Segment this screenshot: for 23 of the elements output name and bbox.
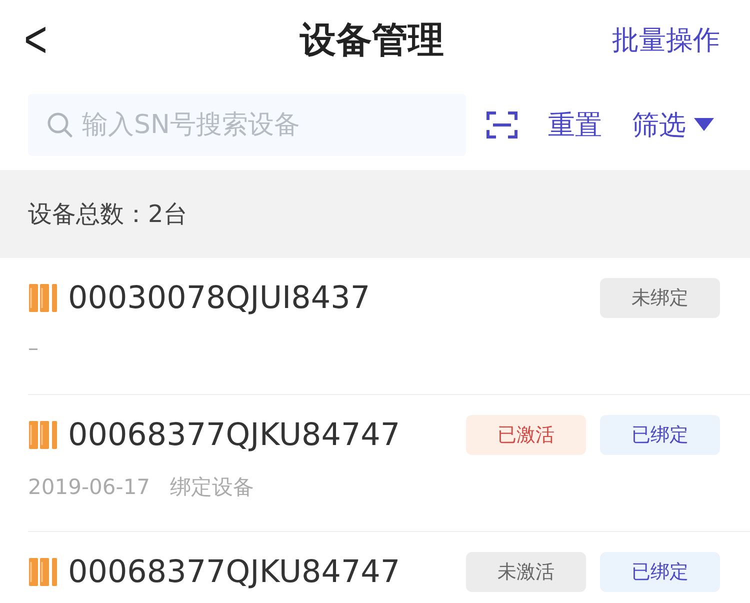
device-serial: 00068377QJKU84747	[68, 417, 400, 453]
status-tag: 已绑定	[600, 552, 720, 592]
device-icon	[28, 283, 60, 313]
device-detail: –	[28, 336, 40, 360]
device-serial: 00030078QJUI8437	[68, 280, 370, 316]
status-tag: 已绑定	[600, 415, 720, 455]
batch-action-button[interactable]: 批量操作	[612, 22, 720, 58]
status-tag: 未激活	[466, 552, 586, 592]
device-count: 设备总数：2台	[28, 199, 188, 230]
device-icon	[28, 420, 60, 450]
device-icon	[28, 557, 60, 587]
filter-button[interactable]: 筛选	[632, 107, 714, 143]
page-title: 设备管理	[300, 18, 444, 62]
scan-icon[interactable]	[486, 110, 518, 140]
device-detail: 2019-06-17 绑定设备	[28, 474, 256, 501]
device-serial: 00068377QJKU84747	[68, 554, 400, 590]
status-tag: 未绑定	[600, 278, 720, 318]
caret-icon	[694, 118, 714, 132]
status-tag: 已激活	[466, 415, 586, 455]
reset-button[interactable]: 重置	[548, 107, 602, 143]
search-icon	[46, 111, 74, 139]
back-button[interactable]: <	[24, 10, 48, 70]
search-field[interactable]: 输入SN号搜索设备	[28, 94, 466, 156]
